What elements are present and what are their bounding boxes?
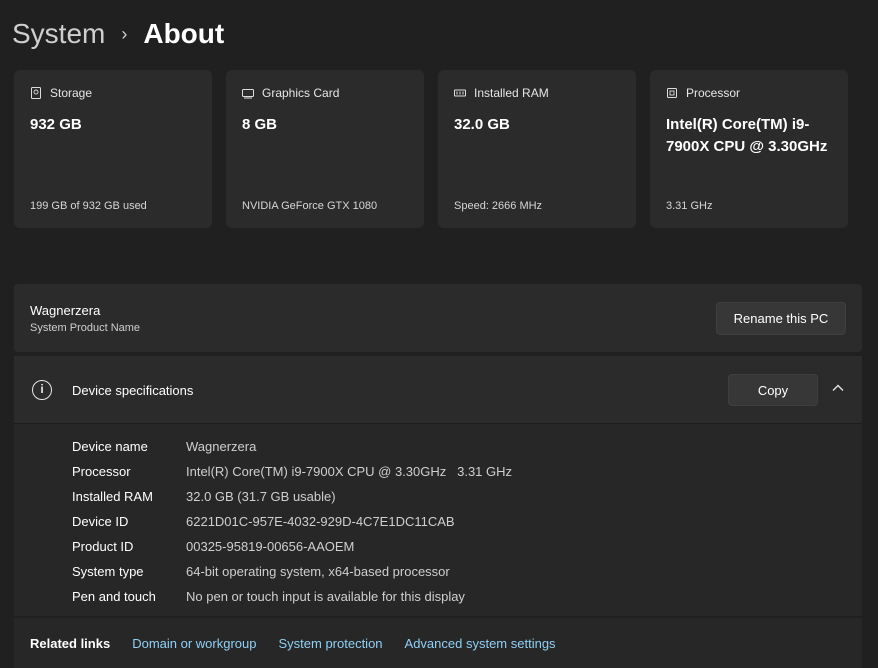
spec-value: 00325-95819-00656-AAOEM	[186, 539, 355, 554]
storage-icon	[31, 87, 41, 99]
device-specifications-header[interactable]: i Device specifications Copy	[14, 356, 862, 424]
spec-label: Installed RAM	[72, 489, 153, 504]
section-title: Device specifications	[72, 383, 194, 398]
spec-label: Product ID	[72, 539, 134, 554]
card-value: Intel(R) Core(TM) i9-7900X CPU @ 3.30GHz	[666, 116, 828, 155]
graphics-card-icon	[242, 89, 254, 99]
processor-icon	[667, 88, 677, 98]
spec-value: 6221D01C-957E-4032-929D-4C7E1DC11CAB	[186, 514, 455, 529]
card-label: Graphics Card	[262, 86, 340, 100]
card-value: 932 GB	[30, 116, 82, 133]
card-footer: 199 GB of 932 GB used	[30, 200, 147, 212]
spec-label: Processor	[72, 464, 131, 479]
spec-value: 64-bit operating system, x64-based proce…	[186, 564, 450, 579]
ram-icon	[454, 89, 466, 97]
pc-name: Wagnerzera	[30, 303, 101, 318]
pc-product-name: System Product Name	[30, 322, 141, 334]
card-value: 32.0 GB	[454, 116, 510, 133]
spec-row: Pen and touch No pen or touch input is a…	[14, 584, 862, 609]
spec-list: Device name Wagnerzera Processor Intel(R…	[14, 424, 862, 609]
card-value: 8 GB	[242, 116, 278, 133]
spec-label: System type	[72, 564, 144, 579]
spec-value: No pen or touch input is available for t…	[186, 589, 465, 604]
pc-name-panel: Wagnerzera System Product Name Rename th…	[14, 284, 862, 352]
link-system-protection[interactable]: System protection	[278, 636, 382, 651]
spec-value: 32.0 GB (31.7 GB usable)	[186, 489, 336, 504]
link-advanced-system-settings[interactable]: Advanced system settings	[405, 636, 556, 651]
spec-row: Installed RAM 32.0 GB (31.7 GB usable)	[14, 484, 862, 509]
graphics-card-card[interactable]: Graphics Card 8 GB NVIDIA GeForce GTX 10…	[226, 70, 424, 228]
copy-button[interactable]: Copy	[728, 374, 818, 406]
chevron-right-icon: ›	[121, 24, 128, 44]
spec-label: Device ID	[72, 514, 129, 529]
spec-value: Wagnerzera	[186, 439, 257, 454]
spec-row: Processor Intel(R) Core(TM) i9-7900X CPU…	[14, 459, 862, 484]
spec-row: Device ID 6221D01C-957E-4032-929D-4C7E1D…	[14, 509, 862, 534]
spec-label: Pen and touch	[72, 589, 156, 604]
summary-cards: Storage 932 GB 199 GB of 932 GB used Gra…	[14, 70, 848, 228]
page-title: About	[143, 18, 225, 49]
spec-row: Device name Wagnerzera	[14, 434, 862, 459]
processor-card[interactable]: Processor Intel(R) Core(TM) i9-7900X CPU…	[650, 70, 848, 228]
ram-card[interactable]: Installed RAM 32.0 GB Speed: 2666 MHz	[438, 70, 636, 228]
rename-pc-button[interactable]: Rename this PC	[716, 302, 846, 335]
breadcrumb: System › About	[12, 16, 224, 52]
spec-row: System type 64-bit operating system, x64…	[14, 559, 862, 584]
info-icon: i	[32, 380, 52, 400]
spec-value: Intel(R) Core(TM) i9-7900X CPU @ 3.30GHz…	[186, 464, 513, 479]
card-footer: Speed: 2666 MHz	[454, 200, 543, 212]
spec-row: Product ID 00325-95819-00656-AAOEM	[14, 534, 862, 559]
card-footer: 3.31 GHz	[666, 200, 713, 212]
card-footer: NVIDIA GeForce GTX 1080	[242, 200, 378, 212]
card-label: Processor	[686, 86, 741, 100]
related-links-bar: Related links Domain or workgroup System…	[14, 618, 862, 668]
link-domain-or-workgroup[interactable]: Domain or workgroup	[132, 636, 256, 651]
chevron-up-icon[interactable]	[830, 380, 846, 396]
spec-label: Device name	[72, 439, 148, 454]
storage-card[interactable]: Storage 932 GB 199 GB of 932 GB used	[14, 70, 212, 228]
card-label: Installed RAM	[474, 86, 549, 100]
card-label: Storage	[50, 86, 93, 100]
breadcrumb-parent[interactable]: System	[12, 16, 105, 52]
related-links-title: Related links	[30, 635, 111, 651]
device-specifications-panel: i Device specifications Copy Device name…	[14, 356, 862, 616]
